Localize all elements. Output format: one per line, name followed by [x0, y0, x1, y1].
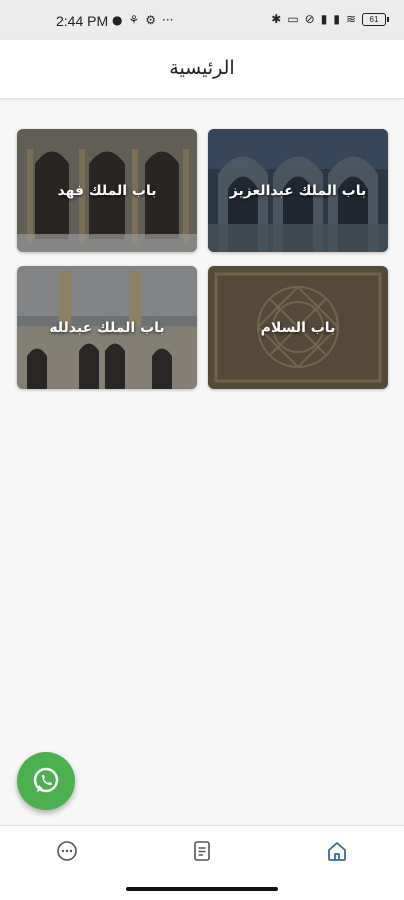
alarm-icon: ⊘ [304, 12, 315, 26]
home-icon [328, 842, 346, 861]
nav-chat[interactable] [52, 836, 82, 866]
whatsapp-icon [33, 767, 59, 793]
app-bar: الرئيسية [0, 40, 404, 99]
document-icon [194, 841, 210, 861]
tile-king-abdullah-gate[interactable]: باب الملك عبدلله [17, 266, 197, 389]
signal-icon-2: ▮ [333, 12, 340, 26]
message-icon: ● [112, 13, 123, 27]
tile-label: باب الملك فهد [57, 182, 157, 199]
whatsapp-button[interactable] [17, 752, 75, 810]
tile-bab-as-salam[interactable]: باب السلام [208, 266, 388, 389]
system-icons: ✱ ▭ ⊘ ▮ ▮ ≋ 61 [271, 12, 389, 26]
bluetooth-icon: ✱ [271, 12, 282, 26]
home-gesture-bar[interactable] [126, 887, 278, 891]
wifi-icon: ≋ [345, 12, 356, 26]
volte-icon: ▭ [287, 12, 299, 26]
sync-icon: ⚙ [145, 13, 157, 27]
status-time: 2:44 PM [56, 13, 109, 29]
notification-icons: ● ⚘ ⚙ ··· [112, 13, 173, 27]
status-bar: 2:44 PM ● ⚘ ⚙ ··· ✱ ▭ ⊘ ▮ ▮ ≋ 61 [0, 0, 404, 40]
page-title: الرئيسية [169, 57, 235, 79]
tile-label: باب الملك عبدلله [49, 319, 165, 336]
tile-king-abdulaziz-gate[interactable]: باب الملك عبدالعزيز [208, 129, 388, 252]
more-icon: ··· [162, 13, 174, 27]
notification-icon: ⚘ [128, 13, 140, 27]
tile-label: باب السلام [260, 319, 336, 336]
nav-document[interactable] [187, 836, 217, 866]
gesture-area [0, 875, 404, 900]
battery-icon: 61 [362, 12, 389, 26]
bottom-navigation [0, 825, 404, 876]
nav-home[interactable] [322, 836, 352, 866]
tile-label: باب الملك عبدالعزيز [229, 182, 367, 199]
signal-icon: ▮ [320, 12, 328, 26]
chat-icon [57, 841, 77, 861]
tile-king-fahd-gate[interactable]: باب الملك فهد [17, 129, 197, 252]
